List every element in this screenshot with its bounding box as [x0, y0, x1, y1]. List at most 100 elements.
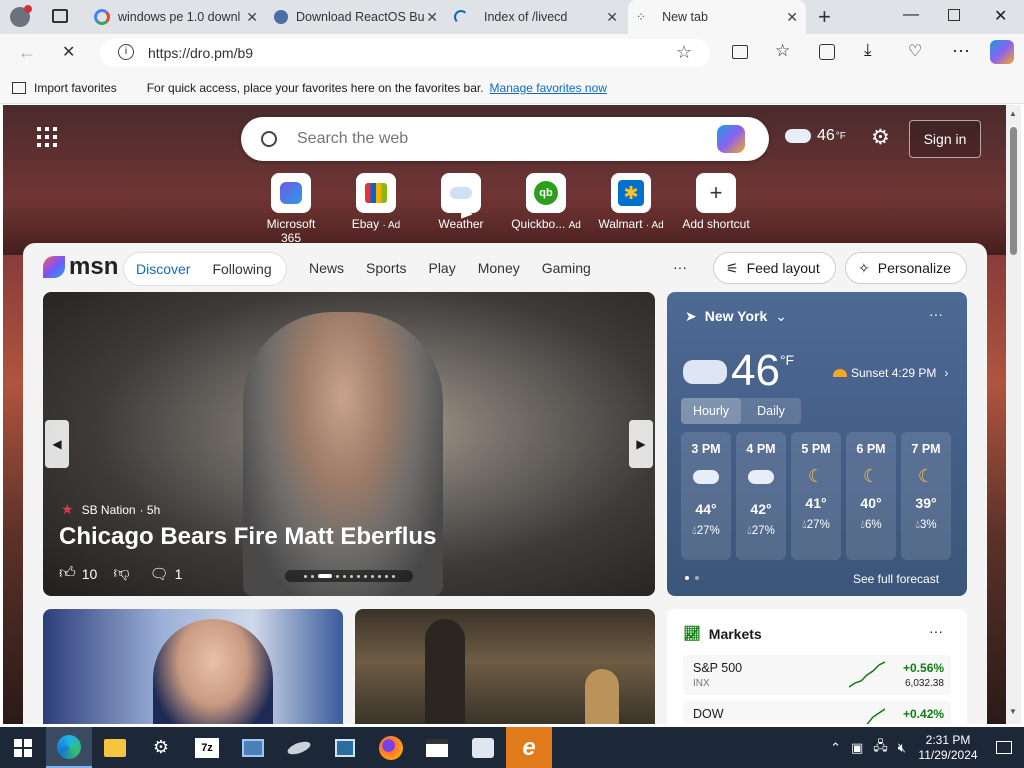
carousel-next-button[interactable]: ▶ — [629, 420, 653, 468]
info-icon[interactable]: i — [118, 44, 134, 60]
volume-muted-icon[interactable]: 🔇︎ — [898, 740, 906, 756]
see-full-forecast-link[interactable]: See full forecast — [853, 572, 939, 586]
scroll-down-arrow[interactable]: ▼ — [1009, 707, 1017, 716]
comment-icon[interactable]: 🗨︎ — [150, 565, 169, 583]
network-computer-icon[interactable] — [230, 727, 276, 768]
scroll-thumb[interactable] — [1010, 127, 1017, 255]
page-scrollbar[interactable]: ▲ ▼ — [1006, 105, 1021, 724]
address-bar[interactable]: i https://dro.pm/b9 ☆ — [100, 39, 710, 67]
dislike-icon[interactable]: 👎︎ — [113, 564, 129, 583]
carousel-prev-button[interactable]: ◀ — [45, 420, 69, 468]
collections-icon[interactable] — [819, 44, 835, 60]
shortcut-ebay[interactable]: Ebay · Ad — [340, 173, 412, 231]
shortcut-walmart[interactable]: ✱ Walmart · Ad — [595, 173, 667, 231]
edge-taskbar-icon[interactable] — [46, 727, 92, 768]
sign-in-button[interactable]: Sign in — [909, 120, 981, 158]
downloads-icon[interactable]: ⤓ — [864, 40, 872, 60]
file-explorer-icon[interactable] — [92, 727, 138, 768]
tab-actions-icon[interactable] — [52, 9, 68, 23]
markets-more-button[interactable]: ··· — [929, 623, 943, 639]
shortcut-label: Add shortcut — [682, 217, 750, 231]
shortcut-add[interactable]: + Add shortcut — [680, 173, 752, 231]
nav-more-button[interactable]: ··· — [673, 259, 687, 275]
tab-3[interactable]: Index of /livecd ✕ — [448, 0, 626, 34]
network-icon[interactable]: 🖧︎ — [873, 737, 888, 759]
start-button[interactable] — [0, 727, 46, 768]
copilot-icon[interactable] — [717, 125, 745, 153]
settings-more-icon[interactable]: ··· — [952, 40, 970, 61]
close-icon[interactable]: ✕ — [246, 9, 258, 26]
firefox-icon[interactable] — [368, 727, 414, 768]
close-icon[interactable]: ✕ — [426, 9, 438, 26]
search-input[interactable] — [297, 130, 717, 148]
notifications-icon[interactable] — [984, 727, 1024, 768]
7zip-icon[interactable]: 7z — [184, 727, 230, 768]
disk-tool-icon[interactable] — [276, 727, 322, 768]
split-screen-icon[interactable] — [732, 45, 748, 59]
tray-chevron-up-icon[interactable]: ⌃ — [830, 740, 841, 756]
tab-4[interactable]: ⁘ New tab ✕ — [628, 0, 806, 34]
hero-headline[interactable]: Chicago Bears Fire Matt Eberflus — [59, 523, 436, 551]
market-row[interactable]: S&P 500 INX +0.56% 6,032.38 — [683, 655, 951, 695]
clapperboard-icon[interactable] — [414, 727, 460, 768]
control-panel-icon[interactable] — [460, 727, 506, 768]
hour-3: 5 PM ☾ 41° 💧︎27% — [791, 432, 841, 560]
news-card-2[interactable] — [355, 609, 655, 724]
nav-news[interactable]: News — [309, 260, 344, 276]
favorites-icon[interactable]: ☆ — [775, 41, 790, 61]
profile-icon[interactable] — [10, 5, 32, 27]
back-arrow-icon[interactable]: ← — [18, 42, 36, 63]
weather-card[interactable]: ➤ New York ⌄ ··· 46 °F Sunset 4:29 PM › … — [667, 292, 967, 596]
browser-essentials-icon[interactable]: ♡ — [908, 41, 922, 61]
settings-taskbar-icon[interactable]: ⚙ — [138, 727, 184, 768]
restore-button[interactable] — [948, 9, 960, 21]
msn-logo[interactable]: msn — [43, 253, 118, 281]
location-row[interactable]: ➤ New York ⌄ — [685, 308, 787, 325]
shortcut-microsoft365[interactable]: Microsoft 365 — [255, 173, 327, 245]
like-icon[interactable]: 👍︎ — [59, 564, 76, 583]
nav-play[interactable]: Play — [428, 260, 455, 276]
media-creation-icon[interactable] — [322, 727, 368, 768]
import-favorites-button[interactable]: Import favorites — [34, 81, 117, 95]
apps-launcher-icon[interactable] — [37, 127, 57, 147]
nav-gaming[interactable]: Gaming — [542, 260, 591, 276]
hero-source[interactable]: ★ SB Nation · 5h — [61, 501, 160, 518]
sunset-row[interactable]: Sunset 4:29 PM › — [833, 366, 948, 380]
scroll-up-arrow[interactable]: ▲ — [1009, 109, 1017, 118]
shortcut-quickbooks[interactable]: qb Quickbo... Ad — [510, 173, 582, 231]
nav-sports[interactable]: Sports — [366, 260, 406, 276]
loading-stop-icon[interactable]: ✕ — [62, 42, 75, 62]
tab-hourly[interactable]: Hourly — [681, 398, 741, 424]
nav-money[interactable]: Money — [478, 260, 520, 276]
web-search-box[interactable] — [241, 117, 769, 161]
market-row[interactable]: DOW +0.42% — [683, 701, 951, 724]
close-icon[interactable]: ✕ — [786, 9, 798, 26]
news-card-1[interactable] — [43, 609, 343, 724]
manage-favorites-link[interactable]: Manage favorites now — [490, 81, 607, 95]
new-tab-button[interactable]: + — [818, 4, 831, 30]
clock[interactable]: 2:31 PM 11/29/2024 — [912, 733, 984, 763]
hero-card[interactable]: ◀ ▶ ★ SB Nation · 5h Chicago Bears Fire … — [43, 292, 655, 596]
personalize-button[interactable]: ✧ Personalize — [845, 252, 967, 284]
tab-1[interactable]: windows pe 1.0 downl ✕ — [88, 0, 266, 34]
tab-following[interactable]: Following — [212, 261, 271, 277]
carousel-dots[interactable] — [285, 570, 413, 582]
ie-icon[interactable]: e — [506, 727, 552, 768]
minimize-button[interactable]: — — [903, 6, 919, 24]
tray-device-icon[interactable]: ▣ — [851, 740, 863, 756]
header-weather[interactable]: 46 °F — [785, 127, 846, 145]
copilot-icon[interactable] — [990, 40, 1014, 64]
tab-2[interactable]: Download ReactOS Bu ✕ — [268, 0, 446, 34]
url-text[interactable]: https://dro.pm/b9 — [148, 45, 253, 61]
favorite-star-icon[interactable]: ☆ — [676, 42, 692, 63]
settings-gear-icon[interactable]: ⚙ — [871, 125, 890, 150]
tab-daily[interactable]: Daily — [741, 398, 801, 424]
markets-card[interactable]: 📈︎ Markets ··· S&P 500 INX +0.56% 6,032.… — [667, 609, 967, 724]
weather-page-dots[interactable] — [685, 576, 699, 580]
close-window-button[interactable]: ✕ — [994, 6, 1007, 26]
weather-more-button[interactable]: ··· — [929, 306, 943, 322]
close-icon[interactable]: ✕ — [606, 9, 618, 26]
tab-discover[interactable]: Discover — [136, 261, 190, 277]
feed-layout-button[interactable]: ⚟ Feed layout — [713, 252, 836, 284]
source-age: · 5h — [139, 502, 161, 517]
